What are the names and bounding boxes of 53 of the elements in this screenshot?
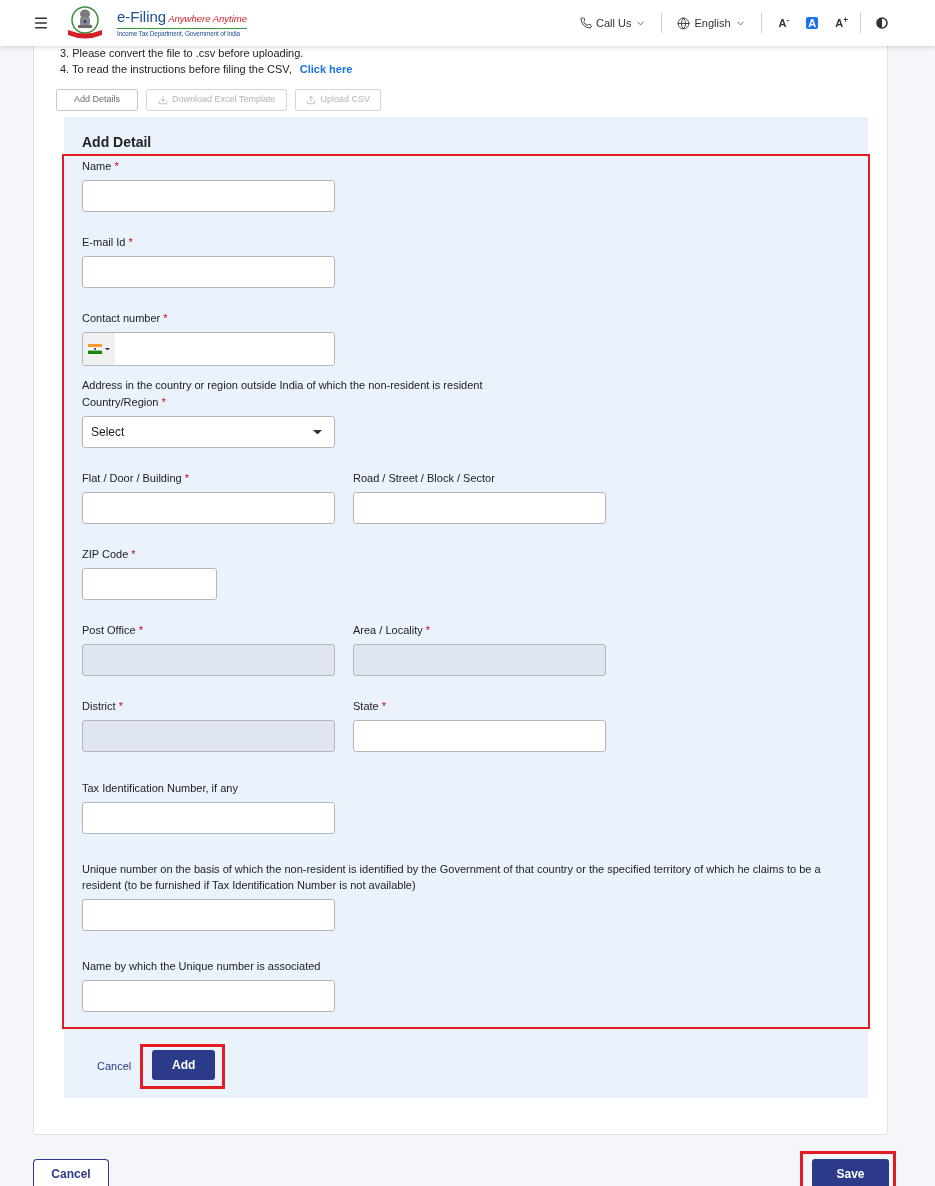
toolbar-button[interactable]: Add Details <box>56 89 139 111</box>
globe-icon <box>677 16 691 30</box>
contrast-icon[interactable] <box>876 17 888 29</box>
field-label: Country/Region * <box>82 395 166 410</box>
instruction-text: 4. To read the instructions before filing the CSV, <box>60 62 292 77</box>
add-button[interactable]: Add <box>152 1050 216 1080</box>
field-label: Tax Identification Number, if any <box>82 781 238 796</box>
upload-icon <box>306 95 317 105</box>
phone-icon <box>580 17 593 29</box>
save-button[interactable]: Save <box>812 1159 889 1186</box>
language-menu[interactable]: English <box>677 14 746 32</box>
text-field[interactable] <box>82 980 335 1012</box>
text-field[interactable] <box>82 899 335 931</box>
field-label: E-mail Id * <box>82 235 133 250</box>
text-field[interactable] <box>82 256 335 288</box>
emblem-icon <box>65 5 105 41</box>
text-size-button[interactable]: A$^{+}$ <box>833 17 850 29</box>
text-field[interactable] <box>353 720 606 752</box>
caret-down-icon <box>105 347 110 351</box>
text-size-button[interactable]: A <box>806 17 819 29</box>
text-field[interactable] <box>82 492 335 524</box>
field-label: Unique number on the basis of which the non-resident is identified by the Government of that country or the specified territory of which he claims to be a resident (to be furnished if Tax Identification Number is not available) <box>82 862 822 893</box>
field-label: Name by which the Unique number is associated <box>82 959 321 974</box>
field-label: ZIP Code * <box>82 547 136 562</box>
text-size-button[interactable]: A$^{-}$ <box>776 17 792 29</box>
field-label: Post Office * <box>82 623 143 638</box>
country-code-picker[interactable] <box>83 333 115 365</box>
field-label: Road / Street / Block / Sector <box>353 471 495 486</box>
country-select[interactable]: Select <box>82 416 335 448</box>
field-label: Contact number * <box>82 311 168 326</box>
field-label: Flat / Door / Building * <box>82 471 189 486</box>
logo-title: e-Filing <box>117 8 167 27</box>
field-label: Area / Locality * <box>353 623 431 638</box>
text-field[interactable] <box>353 492 606 524</box>
text-field[interactable] <box>82 568 217 600</box>
field-label: District * <box>82 699 123 714</box>
cancel-button[interactable]: Cancel <box>33 1159 109 1186</box>
flag-icon <box>88 344 102 354</box>
text-field[interactable] <box>82 180 335 212</box>
cancel-link[interactable]: Cancel <box>97 1058 132 1075</box>
address-note: Address in the country or region outside India of which the non-resident is resident <box>82 378 484 393</box>
instruction-text: 3. Please convert the file to .csv before uploading. <box>60 46 304 61</box>
field-label: Name * <box>82 159 119 174</box>
field-label: State * <box>353 699 387 714</box>
click-here-link[interactable]: Click here <box>299 61 353 77</box>
text-field[interactable] <box>82 802 335 834</box>
menu-icon[interactable] <box>33 15 49 31</box>
panel-title: Add Detail <box>81 133 153 152</box>
download-icon <box>158 95 169 105</box>
phone-number-field[interactable] <box>82 332 335 366</box>
logo-tagline: Anywhere Anytime <box>168 12 248 27</box>
call-us-menu[interactable]: Call Us <box>580 14 647 32</box>
caret-down-icon <box>313 429 322 435</box>
